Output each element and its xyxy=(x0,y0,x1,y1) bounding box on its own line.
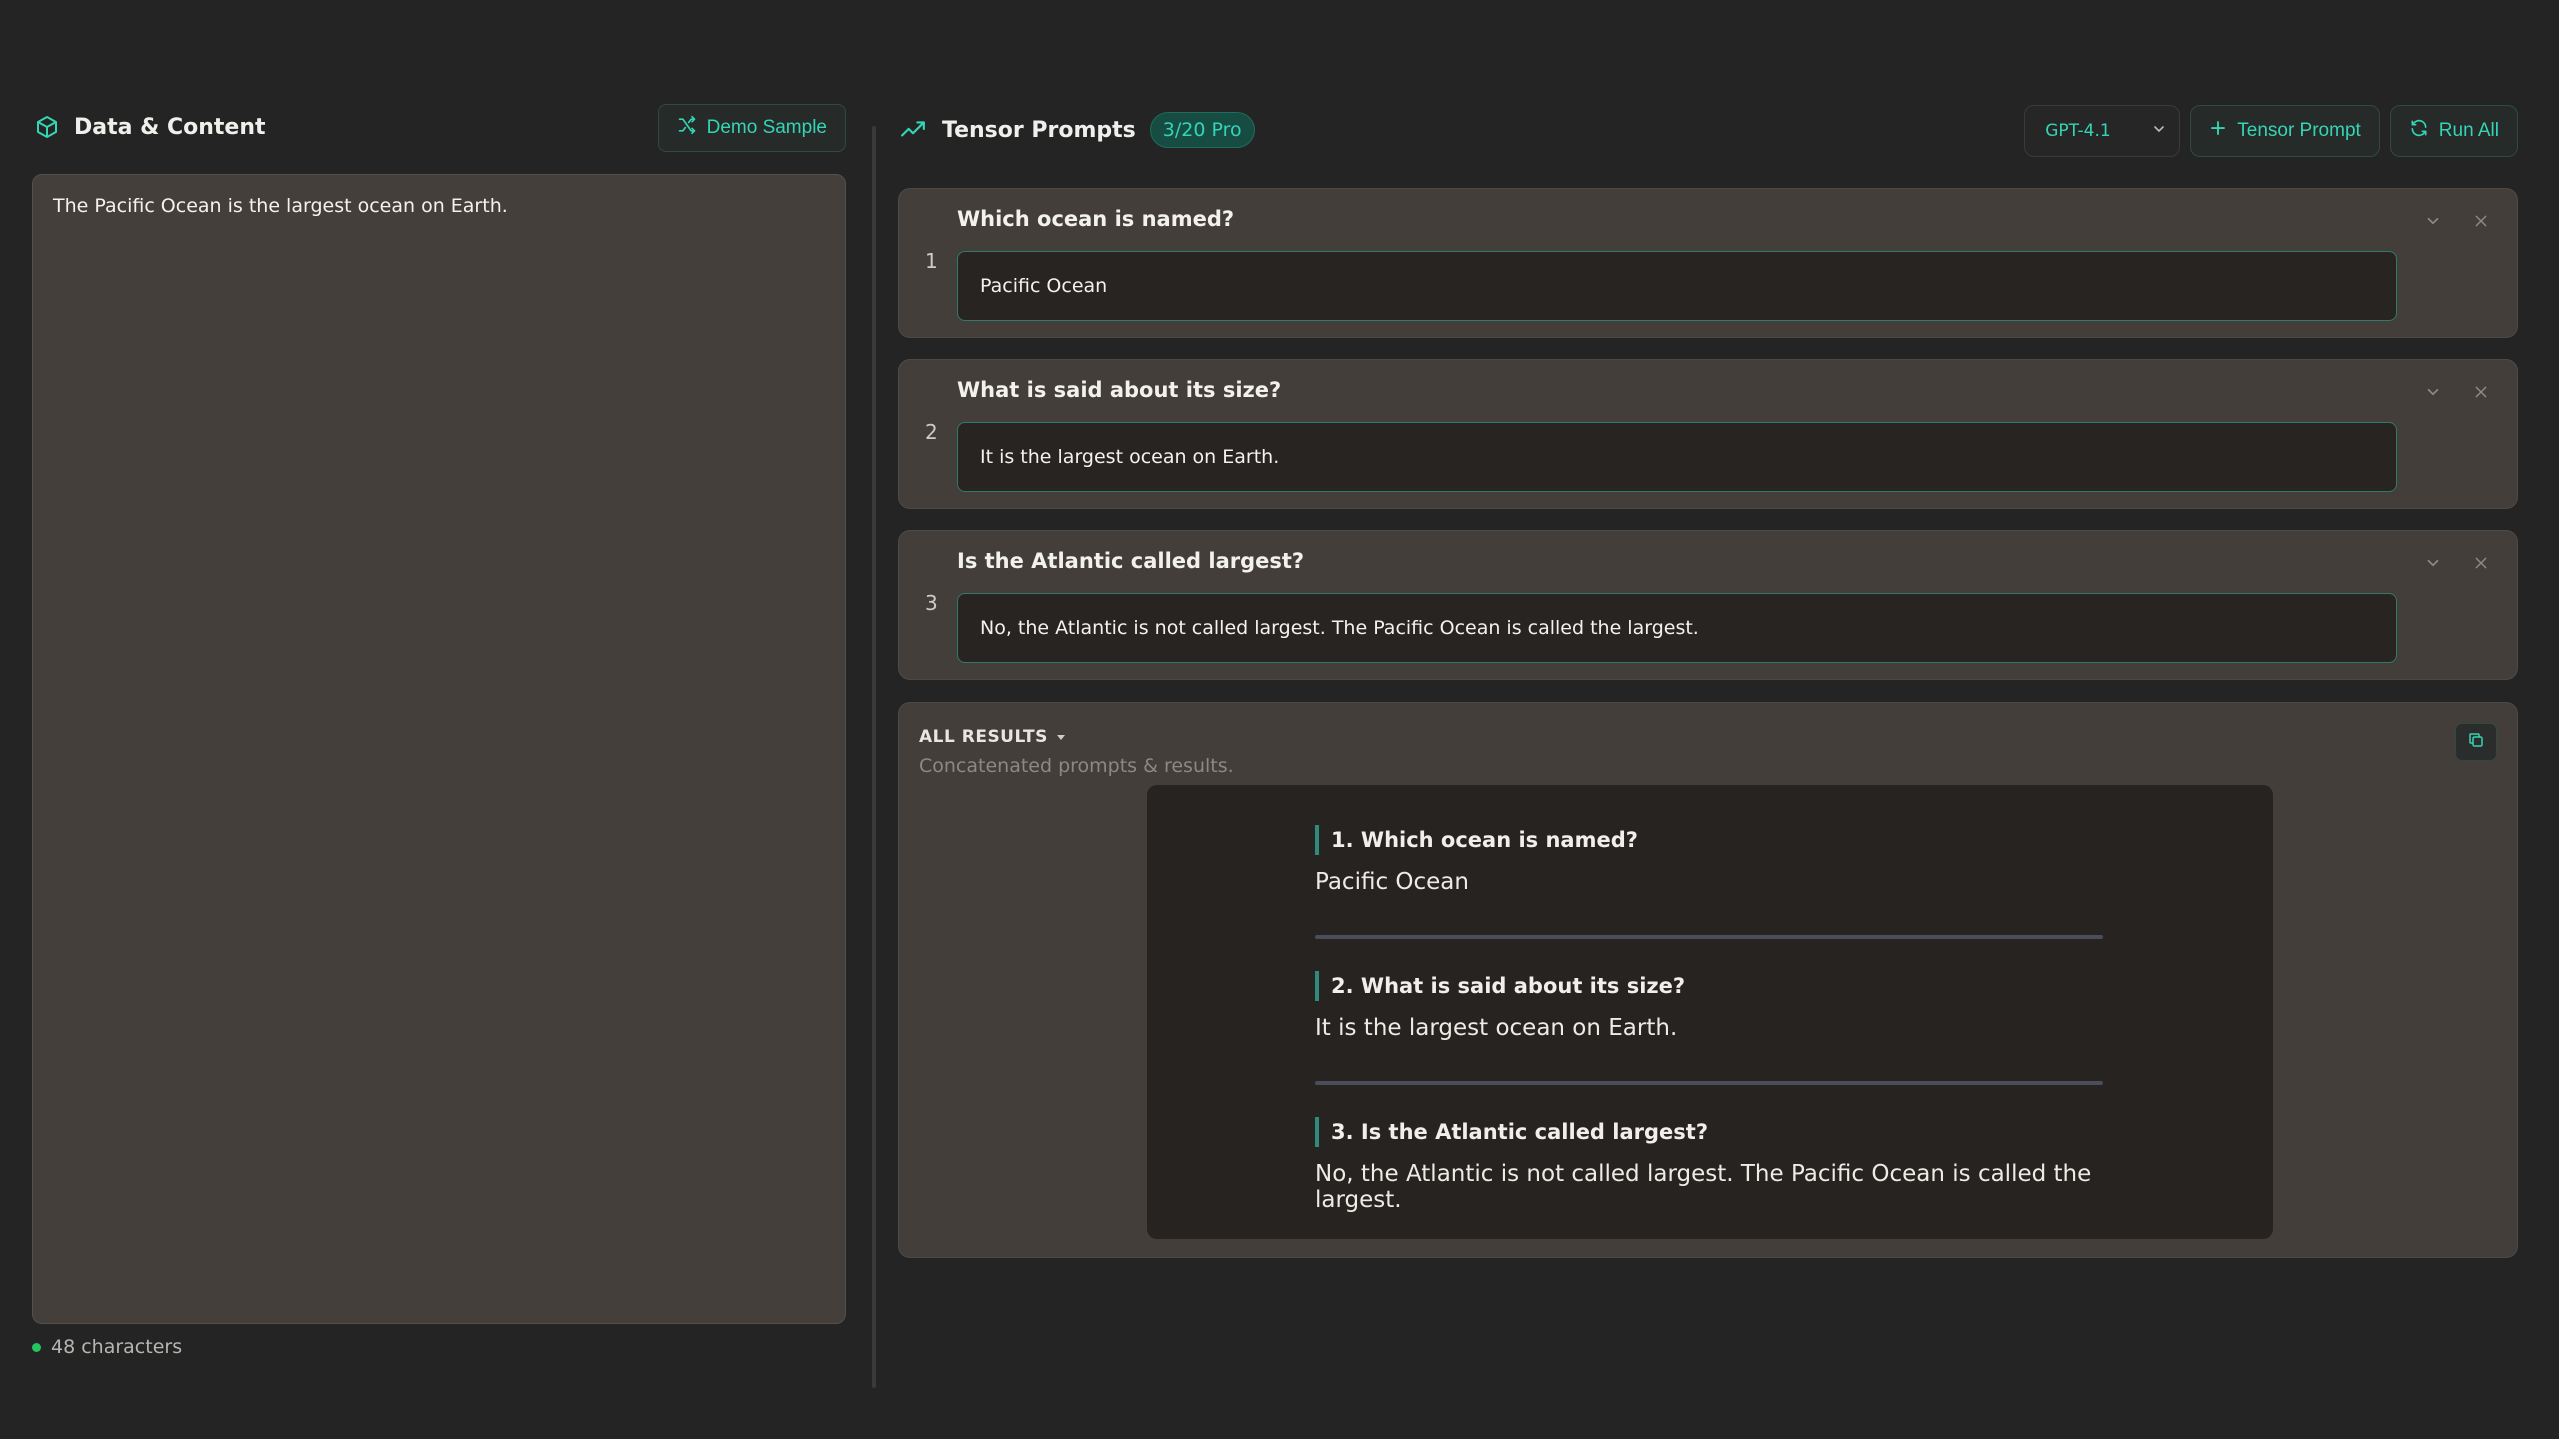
shuffle-icon xyxy=(677,115,697,141)
result-item: 1. Which ocean is named? Pacific Ocean xyxy=(1315,825,2103,895)
prompt-answer-field[interactable]: Pacific Ocean xyxy=(957,251,2397,321)
result-question: 3. Is the Atlantic called largest? xyxy=(1315,1117,2103,1147)
content-text: The Pacific Ocean is the largest ocean o… xyxy=(53,195,508,217)
demo-sample-button[interactable]: Demo Sample xyxy=(657,104,846,152)
char-count-label: 48 characters xyxy=(51,1336,183,1358)
results-document: 1. Which ocean is named? Pacific Ocean 2… xyxy=(1147,785,2273,1239)
plan-badge: 3/20 Pro xyxy=(1149,112,1255,148)
prompt-number: 3 xyxy=(925,591,938,615)
chevron-down-icon[interactable] xyxy=(2419,549,2447,577)
prompt-answer-field[interactable]: No, the Atlantic is not called largest. … xyxy=(957,593,2397,663)
demo-sample-label: Demo Sample xyxy=(706,117,827,138)
tensor-prompts-panel: Tensor Prompts 3/20 Pro GPT-4.1 Tensor P… xyxy=(898,100,2518,1258)
data-content-header: Data & Content Demo Sample xyxy=(32,100,846,154)
all-results-panel: ALL RESULTS Concatenated prompts & resul… xyxy=(898,702,2518,1258)
prompt-card: 1 Which ocean is named? Pacific Ocean xyxy=(898,188,2518,338)
add-tensor-prompt-label: Tensor Prompt xyxy=(2237,120,2361,141)
close-icon[interactable] xyxy=(2467,549,2495,577)
copy-results-button[interactable] xyxy=(2455,723,2497,761)
prompt-answer-field[interactable]: It is the largest ocean on Earth. xyxy=(957,422,2397,492)
prompt-answer-text: Pacific Ocean xyxy=(980,275,1108,297)
chevron-down-icon xyxy=(2151,121,2167,142)
branch-icon xyxy=(898,115,928,145)
prompt-card: 2 What is said about its size? It is the… xyxy=(898,359,2518,509)
status-dot xyxy=(32,1342,41,1352)
data-content-title: Data & Content xyxy=(74,114,266,140)
all-results-subtitle: Concatenated prompts & results. xyxy=(919,755,1234,777)
prompt-question[interactable]: Which ocean is named? xyxy=(957,207,1234,231)
result-answer: No, the Atlantic is not called largest. … xyxy=(1315,1161,2092,1213)
plus-icon xyxy=(2209,119,2227,143)
prompt-question[interactable]: What is said about its size? xyxy=(957,378,1281,402)
add-tensor-prompt-button[interactable]: Tensor Prompt xyxy=(2190,105,2380,157)
prompt-question[interactable]: Is the Atlantic called largest? xyxy=(957,549,1304,573)
result-answer: Pacific Ocean xyxy=(1315,869,1469,895)
cube-icon xyxy=(32,112,62,142)
result-answer: It is the largest ocean on Earth. xyxy=(1315,1015,1678,1041)
chevron-down-icon[interactable] xyxy=(2419,378,2447,406)
result-separator xyxy=(1315,935,2103,939)
prompt-card: 3 Is the Atlantic called largest? No, th… xyxy=(898,530,2518,680)
refresh-icon xyxy=(2409,118,2429,144)
result-item: 2. What is said about its size? It is th… xyxy=(1315,971,2103,1041)
data-content-panel: Data & Content Demo Sample The Pacific O… xyxy=(32,100,846,1358)
prompt-answer-text: It is the largest ocean on Earth. xyxy=(980,446,1280,468)
char-count: 48 characters xyxy=(32,1336,846,1358)
content-textarea[interactable]: The Pacific Ocean is the largest ocean o… xyxy=(32,174,846,1324)
panel-resize-handle[interactable] xyxy=(872,126,876,1388)
result-question: 2. What is said about its size? xyxy=(1315,971,2103,1001)
copy-icon xyxy=(2467,731,2485,753)
prompt-toolbar: GPT-4.1 Tensor Prompt Run All xyxy=(2024,105,2518,157)
chevron-down-icon[interactable] xyxy=(2419,207,2447,235)
run-all-button[interactable]: Run All xyxy=(2389,105,2518,157)
tensor-prompts-header: Tensor Prompts 3/20 Pro GPT-4.1 Tensor P… xyxy=(898,100,2518,160)
result-separator xyxy=(1315,1081,2103,1085)
model-select-value: GPT-4.1 xyxy=(2045,121,2111,141)
model-select[interactable]: GPT-4.1 xyxy=(2024,105,2181,157)
prompt-number: 1 xyxy=(925,249,938,273)
run-all-label: Run All xyxy=(2438,120,2499,141)
app-root: Data & Content Demo Sample The Pacific O… xyxy=(0,0,2559,1439)
close-icon[interactable] xyxy=(2467,378,2495,406)
all-results-label: ALL RESULTS xyxy=(919,727,1048,747)
close-icon[interactable] xyxy=(2467,207,2495,235)
prompt-number: 2 xyxy=(925,420,938,444)
tensor-prompts-title: Tensor Prompts xyxy=(942,117,1136,143)
caret-down-icon xyxy=(1056,727,1066,747)
prompt-answer-text: No, the Atlantic is not called largest. … xyxy=(980,617,1699,639)
result-question: 1. Which ocean is named? xyxy=(1315,825,2103,855)
result-item: 3. Is the Atlantic called largest? No, t… xyxy=(1315,1117,2103,1213)
all-results-toggle[interactable]: ALL RESULTS xyxy=(919,727,1066,747)
